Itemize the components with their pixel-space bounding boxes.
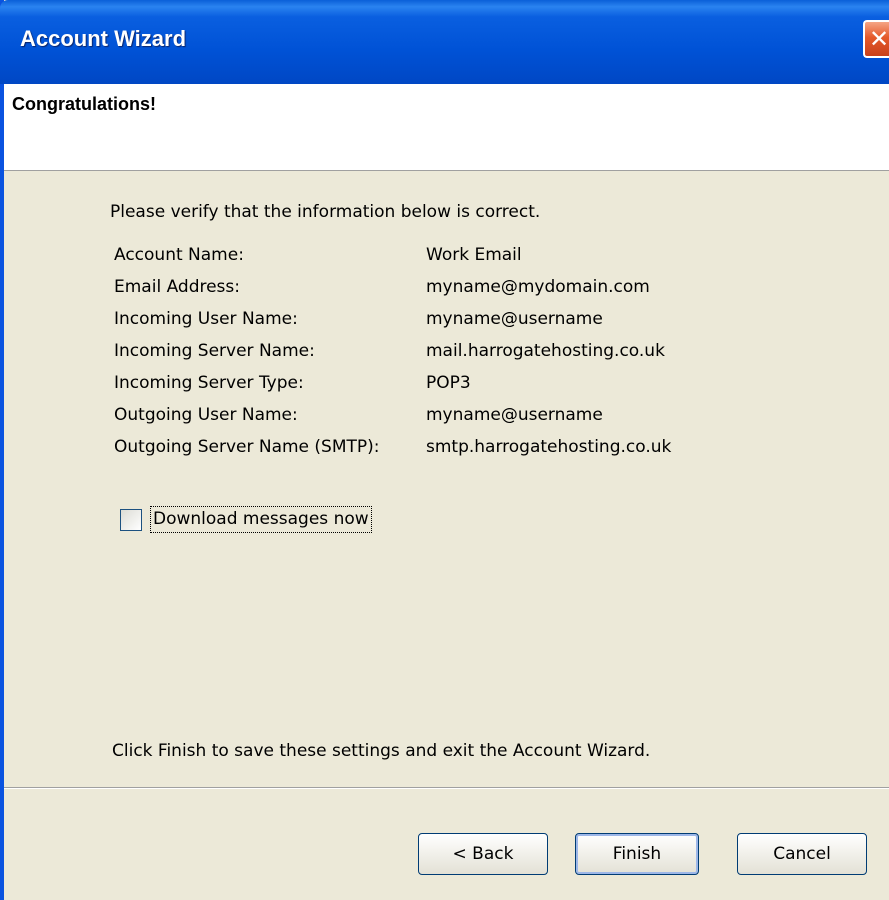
back-button[interactable]: < Back	[418, 833, 548, 875]
intro-text: Please verify that the information below…	[110, 202, 541, 222]
info-value: Work Email	[426, 245, 522, 265]
info-value: myname@username	[426, 309, 603, 329]
window-title: Account Wizard	[20, 26, 187, 51]
wizard-header: Congratulations!	[4, 84, 889, 171]
info-value: POP3	[426, 373, 471, 393]
info-label: Account Name:	[114, 245, 244, 265]
download-messages-label[interactable]: Download messages now	[150, 506, 372, 533]
title-bar[interactable]: Account Wizard ✕	[0, 0, 889, 84]
info-label: Incoming Server Type:	[114, 373, 304, 393]
info-value: smtp.harrogatehosting.co.uk	[426, 437, 672, 457]
info-value: myname@username	[426, 405, 603, 425]
button-separator	[4, 787, 889, 789]
account-wizard-window: Account Wizard ✕ Congratulations! Please…	[0, 0, 889, 900]
close-button[interactable]: ✕	[863, 20, 889, 58]
info-label: Outgoing Server Name (SMTP):	[114, 437, 380, 457]
download-messages-checkbox[interactable]	[120, 509, 142, 531]
close-icon: ✕	[868, 25, 889, 53]
info-label: Outgoing User Name:	[114, 405, 298, 425]
finish-button[interactable]: Finish	[575, 833, 699, 875]
info-label: Incoming Server Name:	[114, 341, 315, 361]
info-label: Incoming User Name:	[114, 309, 298, 329]
page-heading: Congratulations!	[12, 94, 156, 114]
finish-note: Click Finish to save these settings and …	[112, 741, 651, 761]
info-value: myname@mydomain.com	[426, 277, 650, 297]
info-label: Email Address:	[114, 277, 240, 297]
info-value: mail.harrogatehosting.co.uk	[426, 341, 665, 361]
cancel-button[interactable]: Cancel	[737, 833, 867, 875]
